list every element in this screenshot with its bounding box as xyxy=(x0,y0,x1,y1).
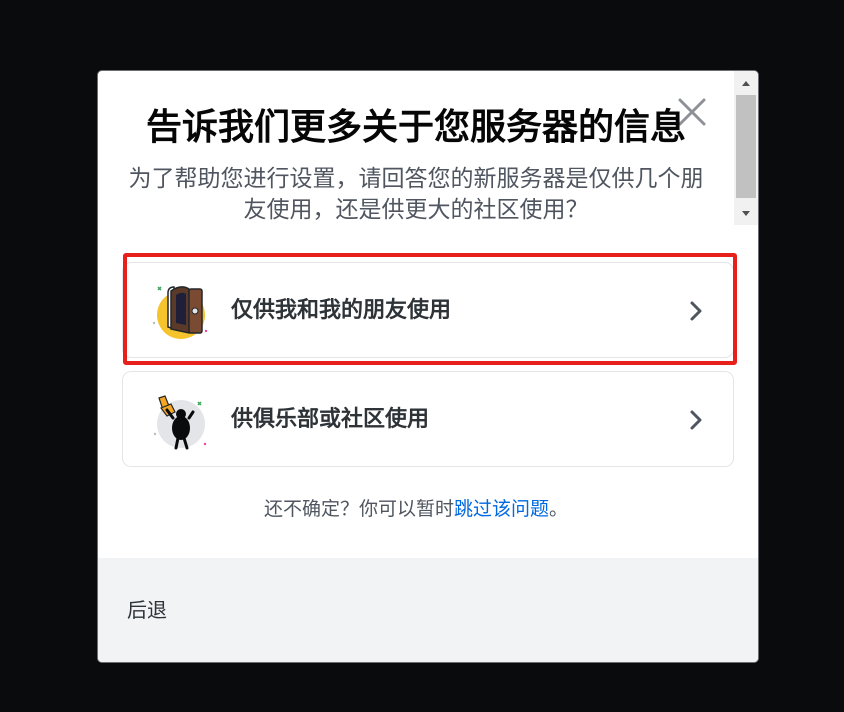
skip-question-text: 还不确定？你可以暂时跳过该问题。 xyxy=(98,496,734,522)
option-club-community[interactable]: 供俱乐部或社区使用 xyxy=(122,371,734,467)
option-label: 供俱乐部或社区使用 xyxy=(231,407,430,432)
option-friends-only[interactable]: 仅供我和我的朋友使用 xyxy=(122,262,734,358)
option-label: 仅供我和我的朋友使用 xyxy=(231,298,452,323)
scroll-down-arrow-icon[interactable] xyxy=(734,203,758,223)
scroll-up-arrow-icon[interactable] xyxy=(734,73,758,93)
skip-prefix: 还不确定？你可以暂时 xyxy=(263,498,454,520)
skip-question-link[interactable]: 跳过该问题 xyxy=(454,498,549,520)
chevron-right-icon xyxy=(690,301,702,321)
back-button[interactable]: 后退 xyxy=(127,596,167,624)
chevron-right-icon xyxy=(690,410,702,430)
foam-finger-illustration-icon xyxy=(153,395,207,450)
create-server-modal: 告诉我们更多关于您服务器的信息 为了帮助您进行设置，请回答您的新服务器是仅供几个… xyxy=(97,70,759,663)
modal-scrollbar[interactable] xyxy=(734,71,758,225)
modal-footer: 后退 xyxy=(98,558,758,662)
skip-suffix: 。 xyxy=(549,498,569,520)
modal-title: 告诉我们更多关于您服务器的信息 xyxy=(145,107,686,148)
modal-subtitle: 为了帮助您进行设置，请回答您的新服务器是仅供几个朋友使用，还是供更大的社区使用？ xyxy=(128,166,704,223)
door-illustration-icon xyxy=(152,286,208,339)
scroll-thumb[interactable] xyxy=(736,95,756,198)
